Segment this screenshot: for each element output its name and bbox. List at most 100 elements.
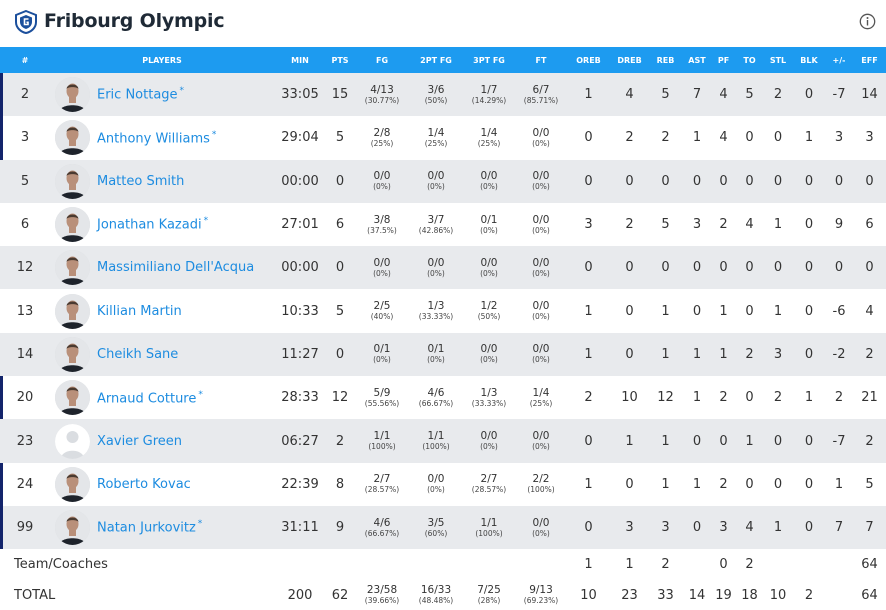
table-row[interactable]: 13 Killian Martin 10:33 5 2/5 (40%) 1/3 (33.33%… — [0, 289, 886, 333]
column-header[interactable]: PLAYERS — [50, 47, 274, 73]
player-cell[interactable]: Xavier Green — [50, 419, 274, 462]
free-throws-percentage: (0%) — [532, 225, 550, 235]
column-header[interactable]: AST — [683, 47, 711, 73]
player-name[interactable]: Roberto Kovac — [97, 477, 191, 492]
field-goals-made-attempted: 4/13 — [370, 83, 394, 96]
three-point-fg-percentage: (0%) — [480, 182, 498, 192]
column-header[interactable]: TO — [736, 47, 763, 73]
stat-reb: 2 — [661, 130, 670, 146]
table-row[interactable]: 24 Roberto Kovac 22:39 8 2/7 (28.57%) 0/0 (0%) 2… — [0, 462, 886, 506]
three-point-fg-percentage: (0%) — [480, 225, 498, 235]
stat-dreb: 0 — [625, 346, 634, 362]
player-cell[interactable]: Jonathan Kazadi * — [50, 203, 274, 246]
column-header[interactable]: BLK — [793, 47, 825, 73]
info-icon[interactable] — [859, 13, 876, 30]
table-row[interactable]: 6 Jonathan Kazadi * 27:01 6 3/8 (37.5%) 3/7 (42.… — [0, 202, 886, 247]
column-header[interactable]: # — [0, 47, 50, 73]
player-name[interactable]: Xavier Green — [97, 434, 182, 449]
player-name[interactable]: Arnaud Cotture — [97, 391, 196, 406]
column-header[interactable]: FG — [354, 47, 410, 73]
stat-reb: 0 — [661, 260, 670, 276]
player-cell[interactable]: Roberto Kovac — [50, 463, 274, 506]
two-point-fg-percentage: (100%) — [422, 442, 450, 452]
table-row[interactable]: 23 Xavier Green 06:27 2 1/1 (100%) 1/1 (100%) 0/… — [0, 419, 886, 463]
field-goals: 0/1 (0%) — [354, 333, 410, 376]
table-row[interactable]: 14 Cheikh Sane 11:27 0 0/1 (0%) 0/1 (0%) 0/0 (0%)… — [0, 332, 886, 377]
stat-stl: 0 — [773, 433, 783, 449]
player-cell[interactable]: Matteo Smith — [50, 160, 274, 203]
player-name-link[interactable]: Killian Martin — [97, 304, 182, 319]
stat-stl: 1 — [773, 303, 783, 319]
stat-pf: 19 — [715, 587, 732, 603]
field-goals-made-attempted: 2/5 — [373, 300, 391, 313]
stat-stl: 3 — [773, 346, 783, 362]
three-point-fg-percentage: (0%) — [480, 442, 498, 452]
stat-ast: 14 — [688, 587, 706, 603]
player-name-link[interactable]: Anthony Williams * — [97, 130, 216, 146]
player-name-link[interactable]: Matteo Smith — [97, 174, 184, 189]
stat-pf: 2 — [719, 476, 728, 492]
column-header[interactable]: PF — [711, 47, 736, 73]
player-cell[interactable]: Natan Jurkovitz * — [50, 506, 274, 549]
free-throws-made-attempted: 6/7 — [532, 83, 550, 96]
two-point-fg-made-attempted: 1/1 — [427, 430, 445, 443]
field-goals-made-attempted: 1/1 — [373, 430, 391, 443]
player-name[interactable]: Anthony Williams — [97, 131, 210, 146]
player-name-link[interactable]: Eric Nottage * — [97, 86, 184, 102]
empty-cell — [462, 549, 516, 579]
player-name-link[interactable]: Massimiliano Dell'Acqua — [97, 260, 254, 275]
free-throws: 9/13 (69.23%) — [516, 579, 566, 610]
player-name[interactable]: Jonathan Kazadi — [97, 218, 202, 233]
player-name[interactable]: Natan Jurkovitz — [97, 521, 196, 536]
player-name[interactable]: Eric Nottage — [97, 88, 178, 103]
player-name-link[interactable]: Jonathan Kazadi * — [97, 216, 208, 232]
stat-dreb: 0 — [625, 303, 634, 319]
column-header[interactable]: +/- — [825, 47, 853, 73]
player-name[interactable]: Cheikh Sane — [97, 347, 178, 362]
minutes: 11:27 — [281, 346, 319, 362]
two-point-fg: 0/0 (0%) — [410, 246, 462, 289]
table-row[interactable]: 20 Arnaud Cotture * 28:33 12 5/9 (55.56%) 4/6 (6… — [0, 376, 886, 420]
stat-dreb: 3 — [625, 520, 634, 536]
total-label: TOTAL — [14, 587, 56, 603]
player-name-link[interactable]: Xavier Green — [97, 434, 182, 449]
field-goals-percentage: (30.77%) — [364, 95, 400, 105]
free-throws-made-attempted: 0/0 — [532, 516, 550, 529]
column-header[interactable]: PTS — [326, 47, 354, 73]
column-header[interactable]: DREB — [611, 47, 648, 73]
table-row[interactable]: 2 Eric Nottage * 33:05 15 4/13 (30.77%) 3/6 (50%… — [0, 73, 886, 117]
table-row[interactable]: 99 Natan Jurkovitz * 31:11 9 4/6 (66.67%) 3/5 (6… — [0, 505, 886, 550]
table-row[interactable]: 12 Massimiliano Dell'Acqua 00:00 0 0/0 (0%) 0/… — [0, 246, 886, 290]
column-header[interactable]: REB — [648, 47, 683, 73]
stat-pf: 0 — [719, 173, 728, 189]
free-throws: 0/0 (0%) — [516, 289, 566, 332]
player-name-link[interactable]: Arnaud Cotture * — [97, 390, 203, 406]
column-header[interactable]: 3PT FG — [462, 47, 516, 73]
column-header[interactable]: EFF — [853, 47, 886, 73]
jersey-number: 5 — [20, 173, 30, 189]
column-header[interactable]: FT — [516, 47, 566, 73]
team-coaches-label: Team/Coaches — [14, 556, 108, 572]
player-cell[interactable]: Anthony Williams * — [50, 116, 274, 159]
player-cell[interactable]: Arnaud Cotture * — [50, 376, 274, 419]
player-cell[interactable]: Eric Nottage * — [50, 73, 274, 116]
jersey-number: 20 — [0, 376, 50, 419]
player-cell[interactable]: Killian Martin — [50, 289, 274, 332]
stat-pm — [825, 579, 853, 610]
column-header[interactable]: 2PT FG — [410, 47, 462, 73]
column-header[interactable]: OREB — [566, 47, 611, 73]
player-cell[interactable]: Cheikh Sane — [50, 333, 274, 376]
player-name[interactable]: Massimiliano Dell'Acqua — [97, 260, 254, 275]
column-header[interactable]: STL — [763, 47, 793, 73]
column-header[interactable]: MIN — [274, 47, 326, 73]
avatar — [55, 250, 90, 286]
player-name[interactable]: Killian Martin — [97, 304, 182, 319]
stat-pm: 3 — [834, 130, 844, 146]
player-name-link[interactable]: Natan Jurkovitz * — [97, 519, 202, 535]
table-row[interactable]: 5 Matteo Smith 00:00 0 0/0 (0%) 0/0 (0%) 0/0 (0%)… — [0, 159, 886, 203]
player-name[interactable]: Matteo Smith — [97, 174, 184, 189]
player-name-link[interactable]: Cheikh Sane — [97, 347, 178, 362]
table-row[interactable]: 3 Anthony Williams * 29:04 5 2/8 (25%) 1/4 (25%)… — [0, 116, 886, 160]
player-cell[interactable]: Massimiliano Dell'Acqua — [50, 246, 274, 289]
player-name-link[interactable]: Roberto Kovac — [97, 477, 191, 492]
